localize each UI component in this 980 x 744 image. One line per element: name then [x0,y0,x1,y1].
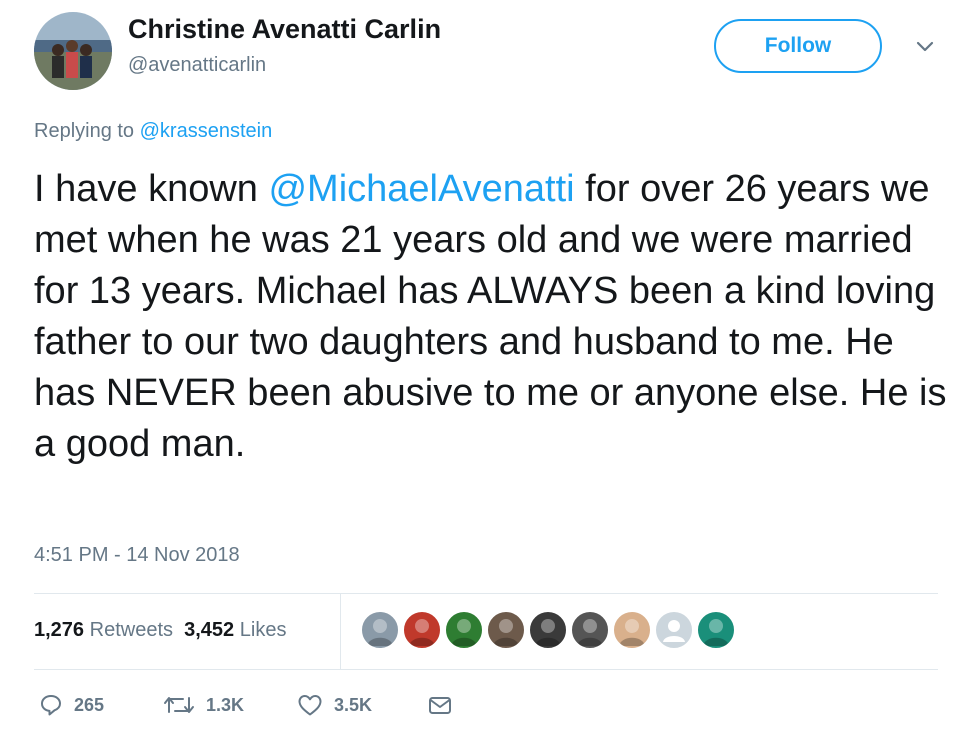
reply-icon [41,695,61,716]
chevron-down-icon[interactable] [914,38,936,56]
liker-avatar-icon[interactable] [612,610,652,650]
reply-mention-link[interactable]: @krassenstein [140,120,273,142]
engagement-stats: 1,276 Retweets 3,452 Likes [34,619,286,642]
liker-avatar-icon[interactable] [486,610,526,650]
stats-divider [340,593,341,669]
replying-to: Replying to @krassenstein [34,120,272,143]
author-avatar[interactable] [34,12,112,90]
like-count: 3.5K [334,694,373,715]
retweet-icon [164,697,194,713]
tweet-timestamp[interactable]: 4:51 PM - 14 Nov 2018 [34,544,240,567]
retweets-label: Retweets [89,619,173,641]
tweet-text-pre: I have known [34,168,269,210]
tweet-text: I have known @MichaelAvenatti for over 2… [34,164,954,470]
avatar-photo-icon [34,12,112,90]
retweet-count: 1.3K [206,694,245,715]
likes-count: 3,452 [184,619,235,641]
likes-stat[interactable]: 3,452 Likes [184,619,286,641]
retweet-action[interactable]: 1.3K [162,690,244,720]
liker-avatar-icon[interactable] [402,610,442,650]
follow-button[interactable]: Follow [714,19,882,73]
likes-label: Likes [239,619,287,641]
tweet-text-post: for over 26 years we met when he was 21 … [34,168,947,465]
reply-count: 265 [74,694,105,715]
like-action[interactable]: 3.5K [296,690,372,720]
author-name[interactable]: Christine Avenatti Carlin [128,14,441,45]
retweets-count: 1,276 [34,619,85,641]
retweets-stat[interactable]: 1,276 Retweets [34,619,173,641]
tweet-mention-link[interactable]: @MichaelAvenatti [268,168,574,210]
envelope-icon [429,697,451,714]
divider-bottom [34,669,938,670]
tweet-card: Christine Avenatti Carlin @avenatticarli… [0,0,980,744]
direct-message-action[interactable] [426,690,454,720]
replying-to-prefix: Replying to [34,120,140,142]
liker-avatar-icon[interactable] [444,610,484,650]
author-handle[interactable]: @avenatticarlin [128,54,266,77]
default-avatar-icon[interactable] [654,610,694,650]
liker-avatar-icon[interactable] [360,610,400,650]
liker-avatar-icon[interactable] [696,610,736,650]
heart-icon [298,695,322,716]
liker-avatar-icon[interactable] [570,610,610,650]
divider-top [34,593,938,594]
reply-action[interactable]: 265 [38,690,104,720]
liker-avatar-icon[interactable] [528,610,568,650]
